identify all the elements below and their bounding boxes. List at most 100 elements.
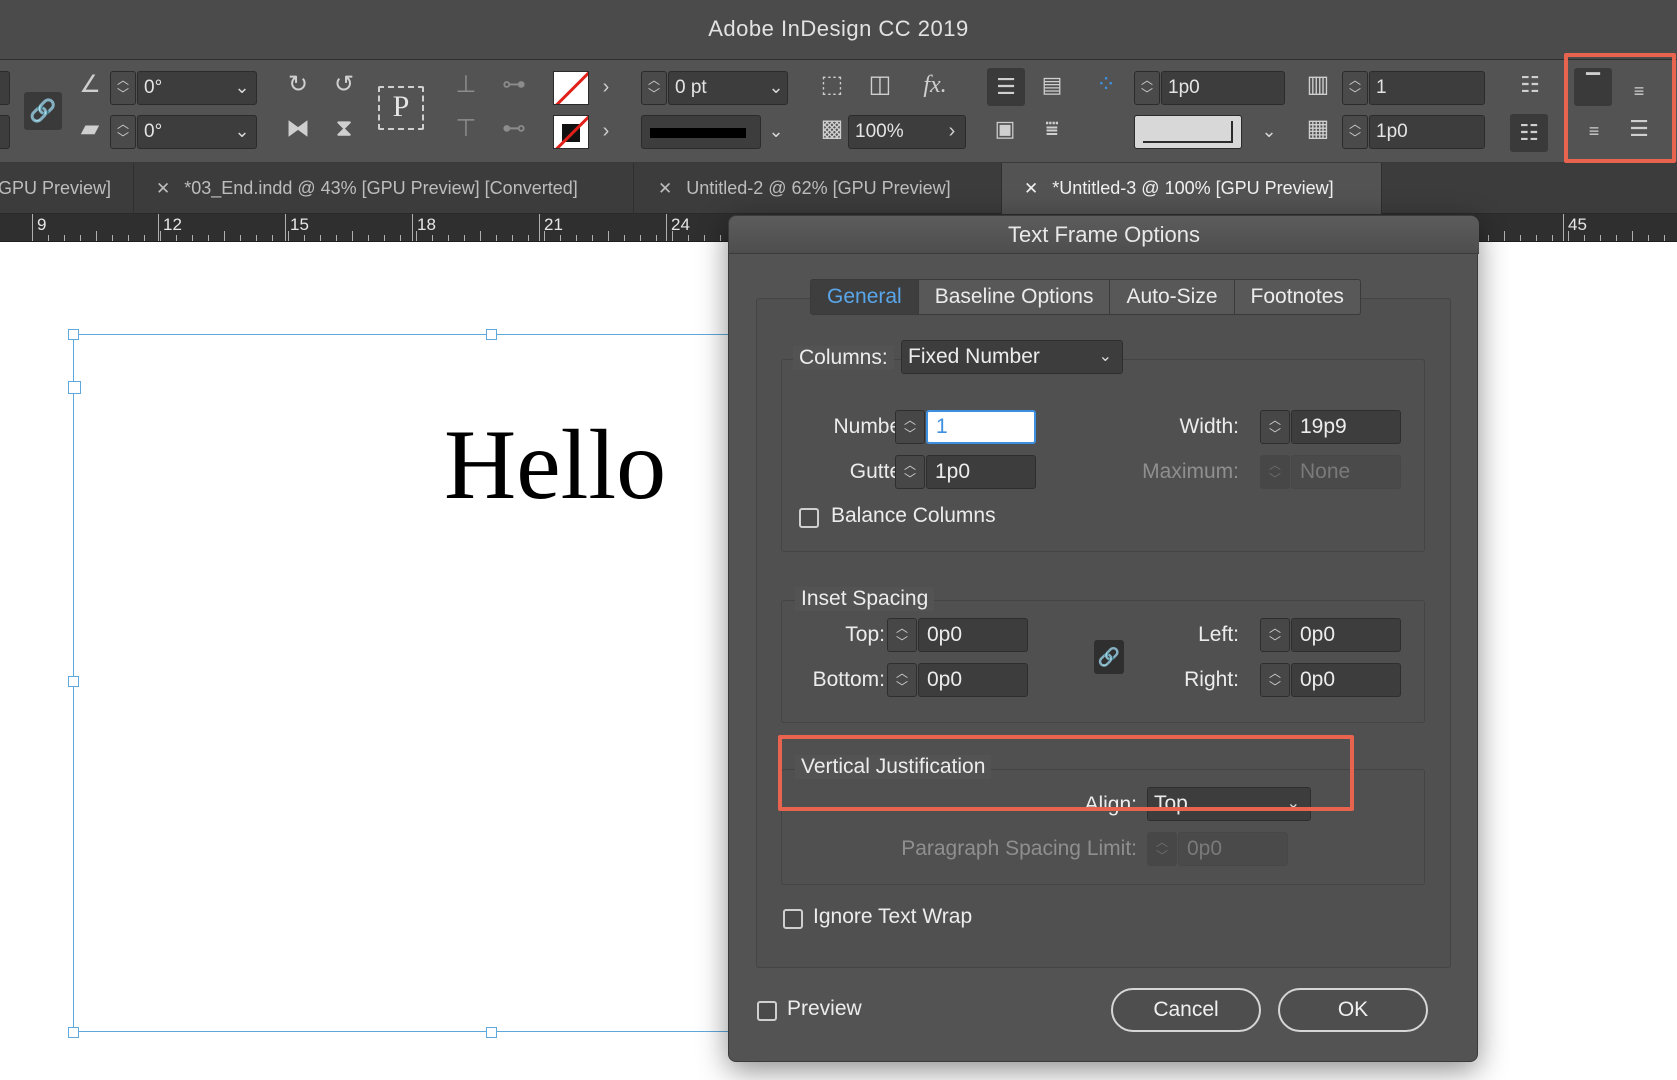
wrap-jump-icon[interactable]: ⩸ (1034, 114, 1070, 144)
fill-menu-chevron-icon[interactable]: › (594, 72, 618, 102)
document-tab[interactable]: GPU Preview] (0, 163, 134, 214)
text-frame[interactable]: Hello (73, 334, 733, 1032)
frame-inset-field[interactable]: 1p0 (1161, 71, 1285, 105)
columns-mode-select[interactable]: Fixed Number ⌄ (901, 340, 1123, 374)
document-tab[interactable]: ✕ Untitled-2 @ 62% [GPU Preview] (634, 163, 1002, 214)
drop-shadow-icon[interactable]: ◫ (865, 70, 895, 100)
width-spinner[interactable]: ︿ ﹀ (1260, 410, 1290, 444)
constrain-proportions-button[interactable]: 🔗 (24, 92, 62, 130)
justify-text-icon[interactable]: ☷ (1513, 70, 1547, 100)
ignore-text-wrap-checkbox[interactable] (783, 909, 803, 929)
gutter-spinner[interactable]: ︿ ﹀ (1342, 115, 1368, 149)
columns-spinner[interactable]: ︿ ﹀ (1342, 71, 1368, 105)
preview-label: Preview (787, 997, 862, 1020)
inset-right-field[interactable]: 0p0 (1291, 663, 1401, 697)
chevron-down-icon: ⌄ (1098, 348, 1112, 365)
frame-stroke-dropdown[interactable]: ⌄ (1255, 115, 1283, 149)
inset-bottom-spinner[interactable]: ︿ ﹀ (887, 663, 917, 697)
flip-horizontal-icon[interactable]: ⧓ (282, 114, 314, 144)
inset-top-spinner[interactable]: ︿ ﹀ (887, 618, 917, 652)
frame-handle[interactable] (486, 329, 497, 340)
partial-field-bottom[interactable] (0, 115, 10, 149)
gutter-field[interactable]: 1p0 (1369, 115, 1485, 149)
width-label: Width: (1179, 415, 1239, 438)
inset-top-field[interactable]: 0p0 (918, 618, 1028, 652)
inset-bottom-field[interactable]: 0p0 (918, 663, 1028, 697)
rotate-cw-icon[interactable]: ↻ (282, 70, 314, 100)
fill-swatch[interactable] (553, 71, 589, 105)
ruler-tick (656, 235, 657, 241)
close-icon[interactable]: ✕ (156, 179, 170, 198)
frame-handle[interactable] (68, 1027, 79, 1038)
ruler-tick (704, 235, 705, 241)
inset-spinner[interactable]: ︿ ﹀ (1134, 71, 1160, 105)
ruler-tick (576, 235, 577, 241)
frame-handle[interactable] (68, 329, 79, 340)
frame-text[interactable]: Hello (444, 415, 666, 515)
ok-button[interactable]: OK (1278, 988, 1428, 1032)
select-container-icon[interactable]: ⊥ (452, 70, 480, 100)
preview-checkbox[interactable] (757, 1001, 777, 1021)
paragraph-spacing-field: 0p0 (1178, 832, 1288, 866)
stroke-weight-dropdown[interactable]: ⌄ (762, 71, 790, 105)
opacity-icon: ▩ (820, 115, 844, 142)
wrap-shape-icon[interactable]: ▣ (987, 114, 1023, 144)
frame-stroke-preview[interactable] (1134, 115, 1242, 149)
gutter-spinner[interactable]: ︿ ﹀ (895, 455, 925, 489)
width-field[interactable]: 19p9 (1291, 410, 1401, 444)
wrap-object-icon[interactable]: ▤ (1034, 70, 1070, 100)
inset-right-label: Right: (1184, 668, 1239, 691)
stroke-weight-spinner[interactable]: ︿ ﹀ (641, 71, 667, 105)
partial-field-top[interactable] (0, 71, 10, 105)
rotate-spinner[interactable]: ︿ ﹀ (110, 71, 136, 105)
balance-columns-button[interactable]: ☷ (1510, 114, 1548, 152)
inset-top-label: Top: (845, 623, 885, 646)
tab-footnotes[interactable]: Footnotes (1235, 280, 1360, 314)
link-icon[interactable]: 🔗 (1094, 640, 1124, 674)
stroke-menu-chevron-icon[interactable]: › (594, 116, 618, 146)
cancel-button[interactable]: Cancel (1111, 988, 1261, 1032)
shear-spinner[interactable]: ︿ ﹀ (110, 115, 136, 149)
stroke-type-dropdown[interactable]: ⌄ (762, 115, 790, 149)
close-icon[interactable]: ✕ (658, 179, 672, 198)
opacity-chevron-icon[interactable]: › (940, 116, 964, 146)
proxy-reference-icon[interactable]: P (378, 86, 424, 130)
frame-handle[interactable] (486, 1027, 497, 1038)
select-previous-icon[interactable]: ⊶ (496, 70, 532, 100)
fx-icon[interactable]: fx. (915, 70, 955, 100)
number-field[interactable]: 1 (926, 410, 1036, 444)
select-content-icon[interactable]: ⊤ (452, 114, 480, 144)
maximum-label: Maximum: (1142, 460, 1239, 483)
columns-field[interactable]: 1 (1369, 71, 1485, 105)
ruler-tick (192, 235, 193, 241)
ruler-tick (400, 235, 401, 241)
wrap-around-bounding-box-button[interactable]: ☰ (987, 68, 1025, 106)
select-next-icon[interactable]: ⊷ (496, 114, 532, 144)
inset-left-label: Left: (1198, 623, 1239, 646)
inset-left-spinner[interactable]: ︿ ﹀ (1260, 618, 1290, 652)
document-tab-active[interactable]: ✕ *Untitled-3 @ 100% [GPU Preview] (1002, 163, 1382, 214)
balance-columns-checkbox[interactable] (799, 508, 819, 528)
reference-point-icon[interactable]: ⁘ (1090, 70, 1122, 100)
tab-general[interactable]: General (811, 280, 919, 314)
ruler-tick (1600, 235, 1601, 241)
document-tab[interactable]: ✕ *03_End.indd @ 43% [GPU Preview] [Conve… (134, 163, 634, 214)
inset-right-spinner[interactable]: ︿ ﹀ (1260, 663, 1290, 697)
rotate-ccw-icon[interactable]: ↺ (328, 70, 360, 100)
gutter-field[interactable]: 1p0 (926, 455, 1036, 489)
in-port-handle[interactable] (68, 381, 81, 394)
rotate-dropdown[interactable]: ⌄ (228, 71, 256, 105)
stroke-swatch[interactable] (553, 115, 589, 149)
close-icon[interactable]: ✕ (1024, 179, 1038, 198)
frame-handle[interactable] (68, 676, 79, 687)
flip-vertical-icon[interactable]: ⧗ (328, 114, 360, 144)
ruler-label: 12 (163, 215, 182, 234)
tab-baseline-options[interactable]: Baseline Options (919, 280, 1111, 314)
stroke-type-field[interactable] (641, 115, 761, 149)
shear-dropdown[interactable]: ⌄ (228, 115, 256, 149)
drop-shadow-frame-icon[interactable]: ⬚ (817, 70, 847, 100)
ruler-tick (1648, 235, 1649, 241)
tab-auto-size[interactable]: Auto-Size (1110, 280, 1235, 314)
number-spinner[interactable]: ︿ ﹀ (895, 410, 925, 444)
inset-left-field[interactable]: 0p0 (1291, 618, 1401, 652)
